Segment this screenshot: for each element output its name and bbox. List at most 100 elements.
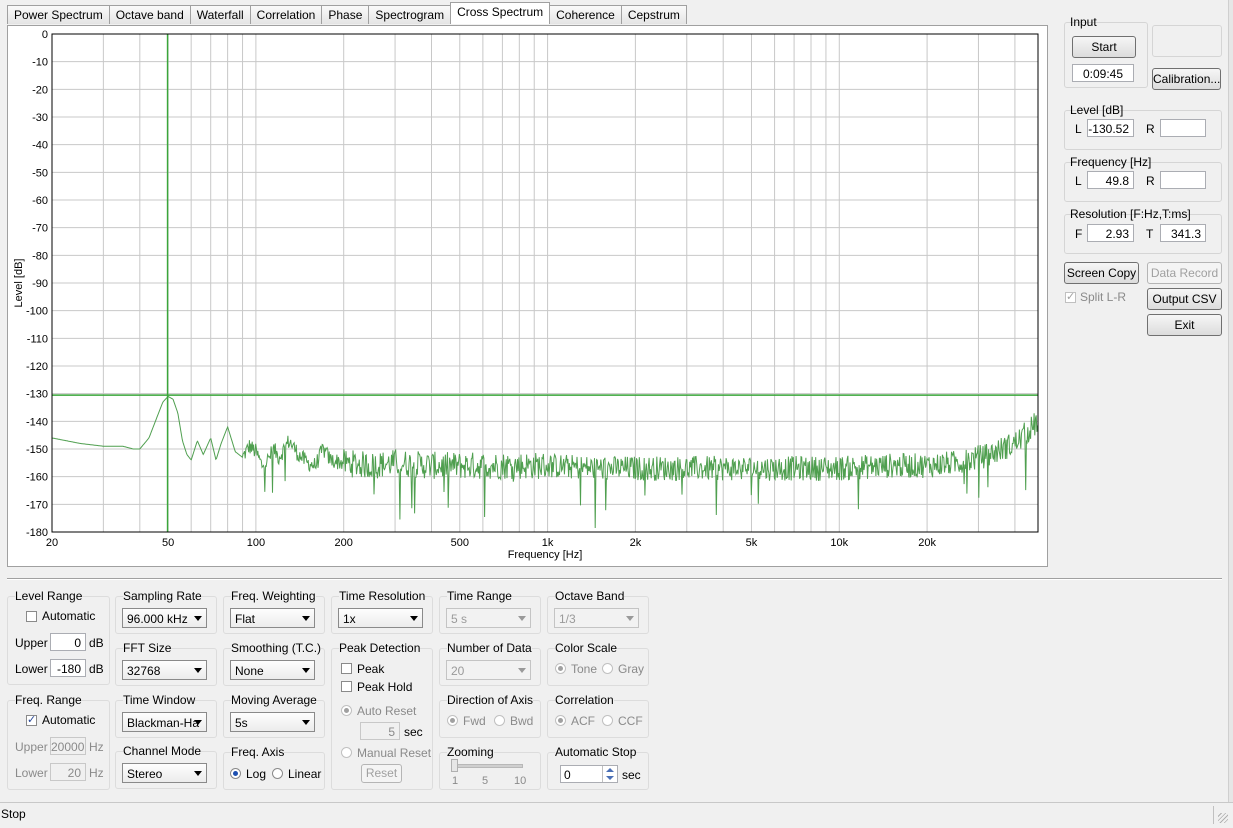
res-t-value: 341.3 bbox=[1160, 224, 1206, 242]
zoom-slider-thumb[interactable] bbox=[451, 759, 458, 772]
zoom-tick-1: 1 bbox=[452, 775, 459, 787]
x-tick-label: 10k bbox=[830, 537, 848, 549]
freq-upper-input[interactable]: 20000 bbox=[50, 737, 86, 755]
smoothing-title: Smoothing (T.C.) bbox=[231, 641, 322, 655]
correlation-ccf-radio[interactable] bbox=[602, 715, 613, 726]
manual-reset-radio[interactable] bbox=[341, 747, 352, 758]
y-tick-label: -120 bbox=[26, 361, 48, 373]
tab-spectrogram[interactable]: Spectrogram bbox=[368, 5, 452, 24]
y-tick-label: -180 bbox=[26, 527, 48, 539]
time-range-title: Time Range bbox=[447, 589, 512, 603]
level-lower-unit: dB bbox=[89, 662, 104, 676]
correlation-acf-radio[interactable] bbox=[555, 715, 566, 726]
auto-reset-radio[interactable] bbox=[341, 705, 352, 716]
tab-cross-spectrum[interactable]: Cross Spectrum bbox=[450, 2, 551, 24]
fft-size-select[interactable]: 32768 bbox=[122, 660, 207, 680]
freq-axis-linear-radio[interactable] bbox=[272, 768, 283, 779]
auto-reset-seconds[interactable]: 5 bbox=[360, 722, 400, 740]
level-lower-input[interactable]: -180 bbox=[50, 659, 86, 677]
auto-reset-label: Auto Reset bbox=[357, 704, 417, 718]
freq-weighting-select[interactable]: Flat bbox=[230, 608, 315, 628]
spin-down-icon[interactable] bbox=[606, 776, 614, 780]
tab-waterfall[interactable]: Waterfall bbox=[189, 5, 251, 24]
correlation-ccf-label: CCF bbox=[618, 714, 643, 728]
reset-button[interactable]: Reset bbox=[361, 764, 402, 783]
color-tone-radio[interactable] bbox=[555, 663, 566, 674]
chevron-down-icon bbox=[626, 616, 634, 621]
peak-hold-checkbox[interactable] bbox=[341, 681, 352, 692]
y-tick-label: -80 bbox=[32, 250, 48, 262]
chevron-down-icon bbox=[194, 668, 202, 673]
smoothing-select[interactable]: None bbox=[230, 660, 315, 680]
level-upper-unit: dB bbox=[89, 636, 104, 650]
number-of-data-select[interactable]: 20 bbox=[446, 660, 531, 680]
resolution-label: Resolution [F:Hz,T:ms] bbox=[1070, 207, 1191, 221]
freq-upper-unit: Hz bbox=[89, 740, 104, 754]
calibration-button[interactable]: Calibration... bbox=[1152, 68, 1221, 90]
plot-area[interactable]: 0 -10 -20 -30 -40 -50 -60 -70 -80 -90 -100 -110 -120… bbox=[7, 25, 1048, 567]
y-tick-label: -40 bbox=[32, 140, 48, 152]
octave-band-select[interactable]: 1/3 bbox=[554, 608, 639, 628]
auto-stop-spinner[interactable] bbox=[602, 766, 617, 782]
freq-range-title: Freq. Range bbox=[15, 693, 82, 707]
tab-correlation[interactable]: Correlation bbox=[249, 5, 323, 24]
color-scale-title: Color Scale bbox=[555, 641, 618, 655]
freq-auto-checkbox[interactable] bbox=[26, 713, 37, 726]
split-lr-checkbox[interactable] bbox=[1065, 290, 1076, 303]
series-line bbox=[51, 395, 1039, 529]
tab-coherence[interactable]: Coherence bbox=[549, 5, 622, 24]
x-tick-label: 500 bbox=[451, 537, 469, 549]
channel-mode-value: Stereo bbox=[127, 767, 163, 781]
channel-mode-select[interactable]: Stereo bbox=[122, 763, 207, 783]
direction-title: Direction of Axis bbox=[447, 693, 534, 707]
time-range-value: 5 s bbox=[451, 612, 468, 626]
color-tone-label: Tone bbox=[571, 662, 598, 676]
zoom-slider-track[interactable] bbox=[452, 764, 523, 768]
freq-l-value: 49.8 bbox=[1087, 171, 1134, 189]
time-resolution-select[interactable]: 1x bbox=[338, 608, 423, 628]
level-r-label: R bbox=[1146, 122, 1155, 136]
time-window-value: Blackman-Ha bbox=[127, 716, 200, 730]
start-button[interactable]: Start bbox=[1072, 36, 1136, 58]
input-label: Input bbox=[1070, 15, 1097, 29]
exit-button[interactable]: Exit bbox=[1147, 314, 1222, 336]
level-upper-input[interactable]: 0 bbox=[50, 633, 86, 651]
resize-grip-icon[interactable] bbox=[1218, 813, 1228, 823]
y-tick-label: -150 bbox=[26, 444, 48, 456]
time-range-select[interactable]: 5 s bbox=[446, 608, 531, 628]
fft-size-value: 32768 bbox=[127, 664, 161, 678]
freq-axis-log-radio[interactable] bbox=[230, 768, 241, 779]
moving-average-select[interactable]: 5s bbox=[230, 712, 315, 732]
x-tick-label: 1k bbox=[542, 537, 554, 549]
time-window-select[interactable]: Blackman-Ha bbox=[122, 712, 207, 732]
direction-fwd-radio[interactable] bbox=[447, 715, 458, 726]
status-bar: Stop bbox=[0, 802, 1233, 828]
zoom-tick-5: 5 bbox=[482, 775, 489, 787]
level-range-title: Level Range bbox=[15, 589, 83, 603]
screen-copy-button[interactable]: Screen Copy bbox=[1064, 262, 1139, 284]
sampling-rate-value: 96.000 kHz bbox=[127, 612, 188, 626]
moving-average-title: Moving Average bbox=[231, 693, 317, 707]
tab-phase[interactable]: Phase bbox=[321, 5, 370, 24]
tab-bar: Power Spectrum Octave band Waterfall Cor… bbox=[7, 2, 687, 25]
color-gray-radio[interactable] bbox=[602, 663, 613, 674]
cross-spectrum-chart[interactable]: 0 -10 -20 -30 -40 -50 -60 -70 -80 -90 -100 -110 -120… bbox=[8, 26, 1047, 566]
chevron-down-icon bbox=[302, 616, 310, 621]
data-record-button[interactable]: Data Record bbox=[1147, 262, 1222, 284]
spin-up-icon[interactable] bbox=[606, 768, 614, 772]
tab-power-spectrum[interactable]: Power Spectrum bbox=[7, 5, 110, 24]
fft-size-title: FFT Size bbox=[123, 641, 172, 655]
number-of-data-title: Number of Data bbox=[447, 641, 532, 655]
y-tick-label: -90 bbox=[32, 278, 48, 290]
sampling-rate-select[interactable]: 96.000 kHz bbox=[122, 608, 207, 628]
peak-checkbox[interactable] bbox=[341, 663, 352, 674]
y-tick-label: -70 bbox=[32, 223, 48, 235]
manual-reset-label: Manual Reset bbox=[357, 746, 432, 760]
freq-lower-input[interactable]: 20 bbox=[50, 763, 86, 781]
tab-cepstrum[interactable]: Cepstrum bbox=[620, 5, 687, 24]
tab-octave-band[interactable]: Octave band bbox=[108, 5, 191, 24]
direction-bwd-radio[interactable] bbox=[494, 715, 505, 726]
output-csv-button[interactable]: Output CSV bbox=[1147, 288, 1222, 310]
level-auto-checkbox[interactable] bbox=[26, 611, 37, 622]
y-tick-label: -30 bbox=[32, 112, 48, 124]
